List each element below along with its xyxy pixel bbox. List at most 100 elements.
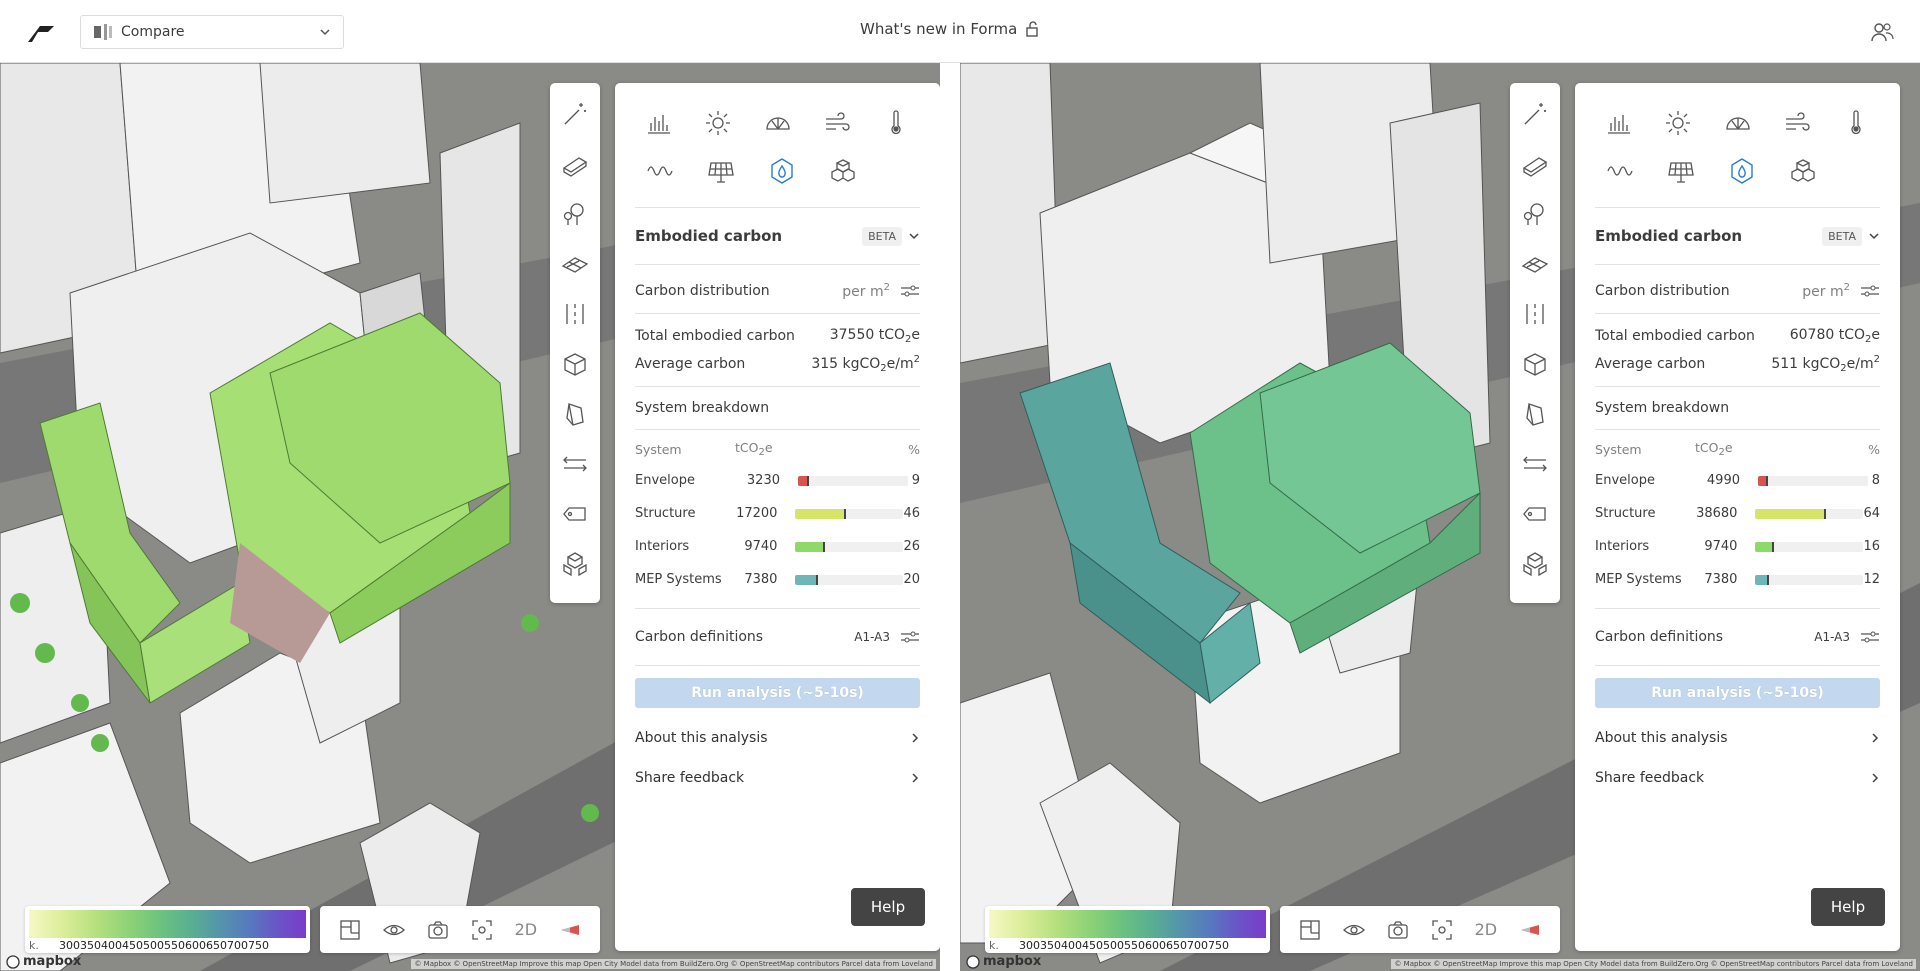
layers-tool[interactable] <box>558 547 592 581</box>
forma-logo-icon[interactable] <box>26 20 56 44</box>
noise-button[interactable] <box>1589 149 1650 193</box>
per-m2-toggle[interactable]: per m2 <box>842 282 890 300</box>
wind-button[interactable] <box>1767 101 1826 145</box>
wind-button[interactable] <box>807 101 866 145</box>
breakdown-table: System tCO2e% Envelope 4990 8 Structure 3868… <box>1575 434 1900 596</box>
project-title-text: What's new in Forma <box>860 20 1018 38</box>
tag-tool[interactable] <box>558 497 592 531</box>
view-toolbar: 2D <box>320 906 600 953</box>
tree-tool[interactable] <box>558 197 592 231</box>
row-pct: 12 <box>1863 572 1880 587</box>
settings-sliders-icon[interactable] <box>900 630 920 644</box>
system-breakdown-label: System breakdown <box>1595 400 1730 416</box>
focus-icon[interactable] <box>1431 919 1453 941</box>
beta-badge: BETA <box>1822 226 1862 246</box>
tag-icon <box>563 507 586 521</box>
bar-chart-icon <box>1607 115 1630 134</box>
eye-icon[interactable] <box>1342 919 1365 941</box>
tag-tool[interactable] <box>1518 497 1552 531</box>
help-button[interactable]: Help <box>851 888 925 926</box>
bar-chart-button[interactable] <box>1589 101 1648 145</box>
blocks-button[interactable] <box>812 149 873 193</box>
tree-tool[interactable] <box>1518 197 1552 231</box>
eye-icon[interactable] <box>382 919 405 941</box>
per-m2-toggle[interactable]: per m2 <box>1802 282 1850 300</box>
mapbox-logo[interactable]: mapbox <box>6 954 81 969</box>
shape-tool[interactable] <box>1518 397 1552 431</box>
row-name: Structure <box>635 506 696 521</box>
share-feedback-link[interactable]: Share feedback <box>615 758 940 798</box>
map-attribution[interactable]: © Mapbox © OpenStreetMap Improve this ma… <box>411 959 936 969</box>
shape-tool[interactable] <box>558 397 592 431</box>
toggle-2d[interactable]: 2D <box>515 920 538 939</box>
project-title[interactable]: What's new in Forma <box>860 20 1039 38</box>
embodied-carbon-button[interactable] <box>751 149 812 193</box>
settings-sliders-icon[interactable] <box>1860 630 1880 644</box>
bar-chart-button[interactable] <box>629 101 688 145</box>
volume-tool[interactable] <box>558 347 592 381</box>
solar-panel-button[interactable] <box>1650 149 1711 193</box>
layers-icon <box>563 552 587 577</box>
focus-icon[interactable] <box>471 919 493 941</box>
road-tool[interactable] <box>1518 297 1552 331</box>
daylight-button[interactable] <box>1708 101 1767 145</box>
daylight-button[interactable] <box>748 101 807 145</box>
settings-sliders-icon[interactable] <box>900 284 920 298</box>
mapbox-logo[interactable]: mapbox <box>966 954 1041 969</box>
building-tool[interactable] <box>1518 147 1552 181</box>
map-attribution[interactable]: © Mapbox © OpenStreetMap Improve this ma… <box>1391 959 1916 969</box>
camera-icon[interactable] <box>427 919 449 941</box>
row-bar <box>1755 574 1864 585</box>
measure-tool[interactable] <box>558 447 592 481</box>
share-feedback-link[interactable]: Share feedback <box>1575 758 1900 798</box>
pane-divider[interactable] <box>940 63 960 971</box>
solar-panel-button[interactable] <box>690 149 751 193</box>
unlock-icon[interactable] <box>1025 21 1039 37</box>
run-analysis-button[interactable]: Run analysis (~5-10s) <box>1595 678 1880 708</box>
thermometer-button[interactable] <box>1827 101 1886 145</box>
blocks-button[interactable] <box>1772 149 1833 193</box>
legend-tick: 400 <box>101 939 122 952</box>
carbon-definitions-row: Carbon definitions A1-A3 <box>1575 609 1900 665</box>
ground-plane-tool[interactable] <box>558 247 592 281</box>
magic-wand-tool[interactable] <box>558 97 592 131</box>
superscript-2: 2 <box>913 354 920 365</box>
compass-icon[interactable] <box>1519 919 1541 941</box>
layers-tool[interactable] <box>1518 547 1552 581</box>
total-value-wrap: 60780 tCO2e <box>1790 327 1880 345</box>
row-name: MEP Systems <box>635 572 722 587</box>
sun-button[interactable] <box>688 101 747 145</box>
total-carbon-row: Total embodied carbon 37550 tCO2e <box>615 322 940 350</box>
compare-selector[interactable]: Compare <box>80 15 344 49</box>
chevron-down-icon[interactable] <box>1868 230 1880 242</box>
measure-icon <box>1523 456 1547 472</box>
magic-wand-tool[interactable] <box>1518 97 1552 131</box>
settings-sliders-icon[interactable] <box>1860 284 1880 298</box>
sun-button[interactable] <box>1648 101 1707 145</box>
feedback-label: Share feedback <box>1595 770 1705 786</box>
thermometer-button[interactable] <box>867 101 926 145</box>
embodied-carbon-header[interactable]: Embodied carbon BETA <box>615 208 940 264</box>
help-button[interactable]: Help <box>1811 888 1885 926</box>
collaborators-icon[interactable] <box>1870 21 1894 43</box>
noise-button[interactable] <box>629 149 690 193</box>
embodied-carbon-header[interactable]: Embodied carbon BETA <box>1575 208 1900 264</box>
toggle-2d[interactable]: 2D <box>1475 920 1498 939</box>
daylight-icon <box>765 117 790 130</box>
run-analysis-button[interactable]: Run analysis (~5-10s) <box>635 678 920 708</box>
measure-tool[interactable] <box>1518 447 1552 481</box>
floor-plan-icon[interactable] <box>339 919 361 941</box>
volume-tool[interactable] <box>1518 347 1552 381</box>
road-tool[interactable] <box>558 297 592 331</box>
chevron-down-icon[interactable] <box>908 230 920 242</box>
camera-icon[interactable] <box>1387 919 1409 941</box>
compass-icon[interactable] <box>559 919 581 941</box>
about-analysis-link[interactable]: About this analysis <box>615 718 940 758</box>
about-analysis-link[interactable]: About this analysis <box>1575 718 1900 758</box>
embodied-carbon-button[interactable] <box>1711 149 1772 193</box>
ground-plane-tool[interactable] <box>1518 247 1552 281</box>
building-tool[interactable] <box>558 147 592 181</box>
floor-plan-icon[interactable] <box>1299 919 1321 941</box>
row-value: 7380 <box>744 572 778 587</box>
analysis-panel: Embodied carbon BETA Carbon distribution… <box>1575 83 1900 951</box>
